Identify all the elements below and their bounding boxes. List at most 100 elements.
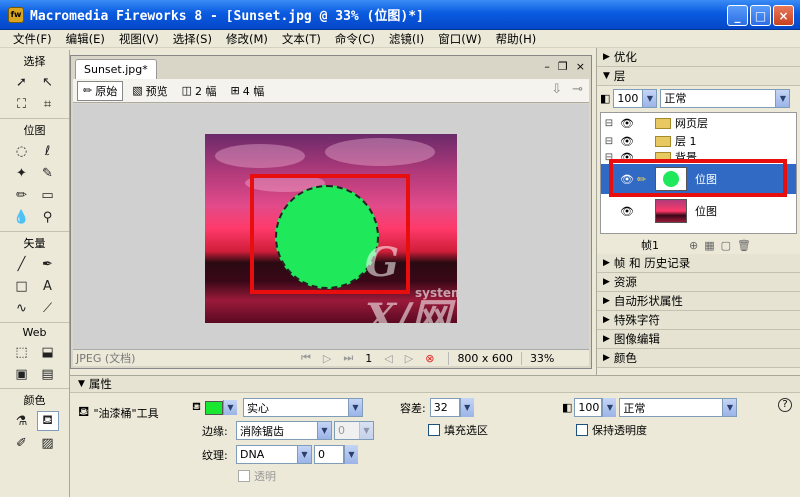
close-button[interactable]: × bbox=[773, 5, 794, 26]
new-layer-icon[interactable]: ▢ bbox=[721, 239, 731, 252]
fireworks-app-icon[interactable]: fw bbox=[8, 6, 24, 23]
chevron-down-icon[interactable]: ▼ bbox=[344, 445, 358, 464]
texture-amount-field[interactable]: 0 bbox=[314, 445, 344, 464]
doc-minimize-icon[interactable]: – bbox=[544, 60, 550, 73]
menu-view[interactable]: 视图(V) bbox=[112, 31, 166, 47]
preserve-transparency-checkbox[interactable] bbox=[576, 424, 588, 436]
chevron-down-icon[interactable]: ▼ bbox=[223, 400, 237, 415]
menu-file[interactable]: 文件(F) bbox=[6, 31, 59, 47]
fill-type-select[interactable]: 实心 ▼ bbox=[243, 398, 363, 417]
collapse-icon[interactable]: ⊟ bbox=[601, 118, 617, 129]
layer-row[interactable]: ⊟ 👁 网页层 bbox=[601, 115, 796, 131]
help-button[interactable]: ? bbox=[778, 398, 792, 412]
tab-2up[interactable]: ◫ 2 幅 bbox=[177, 81, 222, 101]
slice-icon[interactable]: ⬓ bbox=[37, 342, 59, 362]
layer-opacity-field[interactable]: 100 ▼ bbox=[613, 88, 658, 108]
tab-original[interactable]: ✏ 原始 bbox=[77, 80, 124, 101]
canvas-size[interactable]: 800 x 600 bbox=[448, 351, 521, 365]
menu-select[interactable]: 选择(S) bbox=[166, 31, 219, 47]
pencil-icon[interactable]: ✏ bbox=[11, 185, 33, 205]
hide-slices-icon[interactable]: ▣ bbox=[11, 364, 33, 384]
new-bitmap-icon[interactable]: ▦ bbox=[704, 239, 714, 252]
layers-panel-header[interactable]: ▼ 层 bbox=[597, 67, 800, 86]
stroke-color-icon[interactable]: ✐ bbox=[11, 433, 33, 453]
panel-frames-history[interactable]: ▶ 帧 和 历史记录 bbox=[597, 254, 800, 273]
line-icon[interactable]: ╱ bbox=[11, 254, 33, 274]
first-frame-icon[interactable]: ⏮ bbox=[301, 351, 311, 365]
document-tab[interactable]: Sunset.jpg* bbox=[75, 59, 157, 79]
pen-icon[interactable]: ✒ bbox=[37, 254, 59, 274]
fill-color-icon[interactable]: ▨ bbox=[37, 433, 59, 453]
stop-icon[interactable]: ⊗ bbox=[425, 352, 434, 365]
new-folder-icon[interactable]: ⊕ bbox=[689, 239, 698, 252]
subselect-icon[interactable]: ↖ bbox=[37, 72, 59, 92]
show-slices-icon[interactable]: ▤ bbox=[37, 364, 59, 384]
next-frame-icon[interactable]: ▷ bbox=[405, 352, 413, 365]
marquee-icon[interactable]: ◌ bbox=[11, 141, 33, 161]
fill-selection-checkbox[interactable] bbox=[428, 424, 440, 436]
tab-4up[interactable]: ⊞ 4 幅 bbox=[226, 81, 270, 101]
eye-icon[interactable]: 👁 bbox=[617, 117, 637, 130]
paint-bucket-icon[interactable]: ⛾ bbox=[36, 411, 59, 431]
chevron-down-icon[interactable]: ▼ bbox=[642, 89, 657, 107]
magic-wand-icon[interactable]: ✦ bbox=[11, 163, 33, 183]
fill-color-swatch[interactable] bbox=[205, 400, 223, 415]
layer-row[interactable]: 👁 位图 bbox=[601, 197, 796, 225]
lasso-icon[interactable]: ℓ bbox=[37, 141, 59, 161]
menu-help[interactable]: 帮助(H) bbox=[489, 31, 544, 47]
collapse-icon[interactable]: ⊟ bbox=[601, 136, 617, 147]
zoom-level[interactable]: 33% bbox=[520, 351, 562, 365]
eyedropper-icon[interactable]: ⚗ bbox=[11, 411, 33, 431]
eye-icon[interactable]: 👁 bbox=[617, 135, 637, 148]
prev-frame-icon[interactable]: ◁ bbox=[384, 352, 392, 365]
panel-special-chars[interactable]: ▶ 特殊字符 bbox=[597, 311, 800, 330]
scale-icon[interactable]: ⛶ bbox=[11, 94, 33, 114]
chevron-down-icon[interactable]: ▼ bbox=[348, 399, 362, 416]
layer-blend-select[interactable]: 正常 ▼ bbox=[660, 88, 791, 108]
properties-header[interactable]: ▼ 属性 bbox=[70, 376, 800, 393]
tolerance-field[interactable]: 32 bbox=[429, 398, 460, 417]
export-icon[interactable]: ⇩ bbox=[551, 82, 562, 97]
doc-restore-icon[interactable]: ❐ bbox=[558, 60, 568, 73]
panel-auto-shape[interactable]: ▶ 自动形状属性 bbox=[597, 292, 800, 311]
eye-icon[interactable]: 👁 bbox=[617, 205, 637, 218]
chevron-down-icon[interactable]: ▼ bbox=[317, 422, 331, 439]
menu-window[interactable]: 窗口(W) bbox=[431, 31, 488, 47]
minimize-button[interactable]: _ bbox=[727, 5, 748, 26]
chevron-down-icon[interactable]: ▼ bbox=[775, 89, 790, 107]
quick-export-icon[interactable]: ⊸ bbox=[572, 82, 583, 97]
panel-assets[interactable]: ▶ 资源 bbox=[597, 273, 800, 292]
rubber-stamp-icon[interactable]: ⚲ bbox=[37, 207, 59, 227]
menu-modify[interactable]: 修改(M) bbox=[219, 31, 275, 47]
knife-icon[interactable]: ⟋ bbox=[37, 298, 59, 318]
freeform-icon[interactable]: ∿ bbox=[11, 298, 33, 318]
blend-mode-select[interactable]: 正常 ▼ bbox=[619, 398, 738, 417]
rectangle-icon[interactable]: □ bbox=[11, 276, 33, 296]
play-icon[interactable]: ▷ bbox=[323, 352, 331, 365]
brush-icon[interactable]: ✎ bbox=[37, 163, 59, 183]
tab-preview[interactable]: ▧ 预览 bbox=[127, 81, 172, 101]
menu-edit[interactable]: 编辑(E) bbox=[59, 31, 112, 47]
eraser-icon[interactable]: ▭ bbox=[37, 185, 59, 205]
optimize-panel-header[interactable]: ▶ 优化 bbox=[597, 48, 800, 67]
doc-close-icon[interactable]: × bbox=[576, 60, 585, 73]
blur-icon[interactable]: 💧 bbox=[11, 207, 33, 227]
text-icon[interactable]: A bbox=[37, 276, 59, 296]
pointer-icon[interactable]: ➚ bbox=[11, 72, 33, 92]
canvas-area[interactable]: G X/网 system.com bbox=[73, 104, 589, 349]
panel-image-edit[interactable]: ▶ 图像编辑 bbox=[597, 330, 800, 349]
layer-row[interactable]: ⊟ 👁 层 1 bbox=[601, 133, 796, 149]
menu-text[interactable]: 文本(T) bbox=[275, 31, 328, 47]
panel-colors[interactable]: ▶ 颜色 bbox=[597, 349, 800, 368]
texture-select[interactable]: DNA ▼ bbox=[236, 445, 312, 464]
trash-icon[interactable]: 🗑 bbox=[737, 239, 751, 252]
opacity-field[interactable]: 100 bbox=[574, 398, 603, 417]
chevron-down-icon[interactable]: ▼ bbox=[297, 446, 311, 463]
chevron-down-icon[interactable]: ▼ bbox=[459, 398, 474, 417]
crop-icon[interactable]: ⌗ bbox=[37, 94, 59, 114]
last-frame-icon[interactable]: ⏭ bbox=[343, 351, 353, 365]
hotspot-icon[interactable]: ⬚ bbox=[11, 342, 33, 362]
menu-filters[interactable]: 滤镜(I) bbox=[382, 31, 431, 47]
maximize-button[interactable]: □ bbox=[750, 5, 771, 26]
menu-commands[interactable]: 命令(C) bbox=[328, 31, 382, 47]
